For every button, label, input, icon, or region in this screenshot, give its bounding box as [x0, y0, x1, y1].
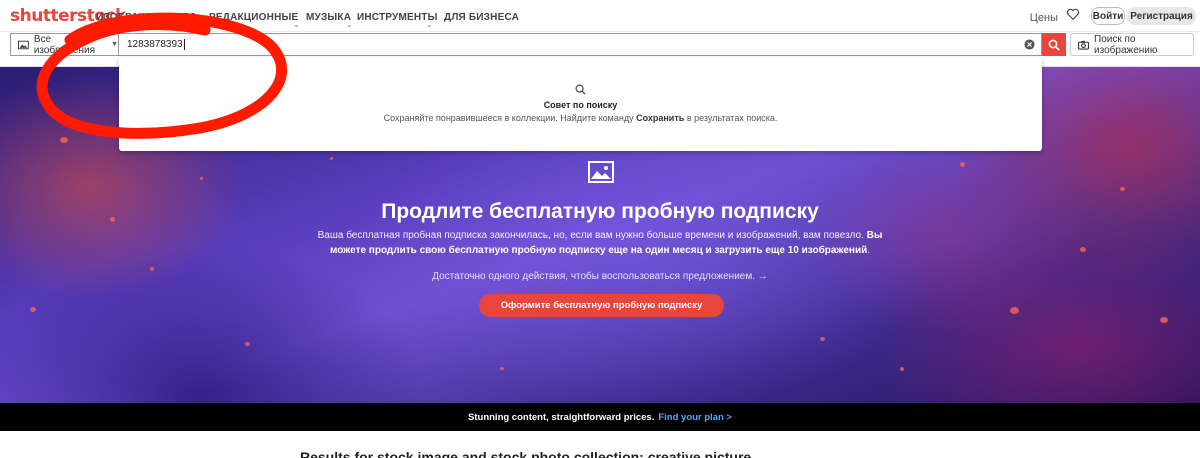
register-button[interactable]: Регистрация	[1127, 7, 1196, 25]
search-icon	[575, 84, 586, 95]
prices-link[interactable]: Цены	[1030, 12, 1058, 24]
pricing-promo-band: Stunning content, straightforward prices…	[0, 403, 1200, 431]
search-icon	[1048, 39, 1060, 51]
hero-note-text: Достаточно одного действия, чтобы воспол…	[432, 271, 755, 282]
chevron-down-icon: ⌄	[200, 20, 207, 29]
hero-text-end: .	[867, 245, 871, 256]
reverse-image-search-button[interactable]: Поиск по изображению	[1070, 33, 1194, 56]
image-type-label: Все изображения	[33, 33, 96, 56]
search-tip-text: Сохраняйте понравившееся в коллекции. На…	[119, 113, 1042, 123]
chevron-down-icon: ⌄	[140, 20, 147, 29]
search-tip-title: Совет по поиску	[543, 100, 618, 110]
image-type-select[interactable]: Все изображения ▼	[10, 33, 118, 56]
hero-title: Продлите бесплатную пробную подписку	[381, 200, 819, 223]
image-icon	[18, 40, 29, 49]
clear-search-icon[interactable]	[1024, 39, 1035, 50]
results-heading: Results for stock image and stock photo …	[300, 449, 752, 458]
arrow-right-icon: →	[757, 271, 768, 282]
search-tip-text-before: Сохраняйте понравившееся в коллекции. На…	[383, 113, 634, 123]
image-icon	[588, 161, 614, 183]
hero-text-plain: Ваша бесплатная пробная подписка закончи…	[317, 230, 864, 241]
search-button[interactable]	[1042, 33, 1066, 56]
text-cursor	[183, 39, 185, 50]
nav-music[interactable]: Музыка	[306, 12, 351, 23]
search-suggestion-dropdown: Совет по поиску Сохраняйте понравившееся…	[119, 57, 1042, 151]
search-query: 1283878393	[127, 39, 183, 50]
reverse-search-label: Поиск по изображению	[1094, 33, 1158, 56]
nav-editorial[interactable]: Редакционные	[209, 12, 298, 23]
chevron-down-icon: ⌄	[293, 20, 300, 29]
promo-text: Stunning content, straightforward prices…	[468, 411, 655, 423]
login-button[interactable]: Войти	[1091, 7, 1125, 25]
hero-description: Ваша бесплатная пробная подписка закончи…	[300, 228, 900, 258]
chevron-down-icon: ⌄	[426, 20, 433, 29]
top-navigation: shutterstock Изображения ⌄ Видео ⌄ Редак…	[0, 0, 1200, 32]
heart-icon[interactable]	[1066, 7, 1080, 21]
search-tip-text-after: в результатах поиска.	[686, 113, 778, 123]
chevron-down-icon: ⌄	[346, 20, 353, 29]
hero-note: Достаточно одного действия, чтобы воспол…	[0, 271, 1200, 282]
search-tip-text-bold: Сохранить	[636, 113, 685, 123]
caret-down-icon: ▼	[111, 41, 118, 48]
camera-icon	[1078, 40, 1090, 50]
nav-video[interactable]: Видео	[160, 12, 197, 23]
start-free-trial-button[interactable]: Оформите бесплатную пробную подписку	[479, 294, 724, 317]
search-input[interactable]: 1283878393	[118, 33, 1042, 56]
find-your-plan-link[interactable]: Find your plan >	[658, 412, 732, 423]
nav-business[interactable]: Для бизнеса	[444, 12, 519, 23]
